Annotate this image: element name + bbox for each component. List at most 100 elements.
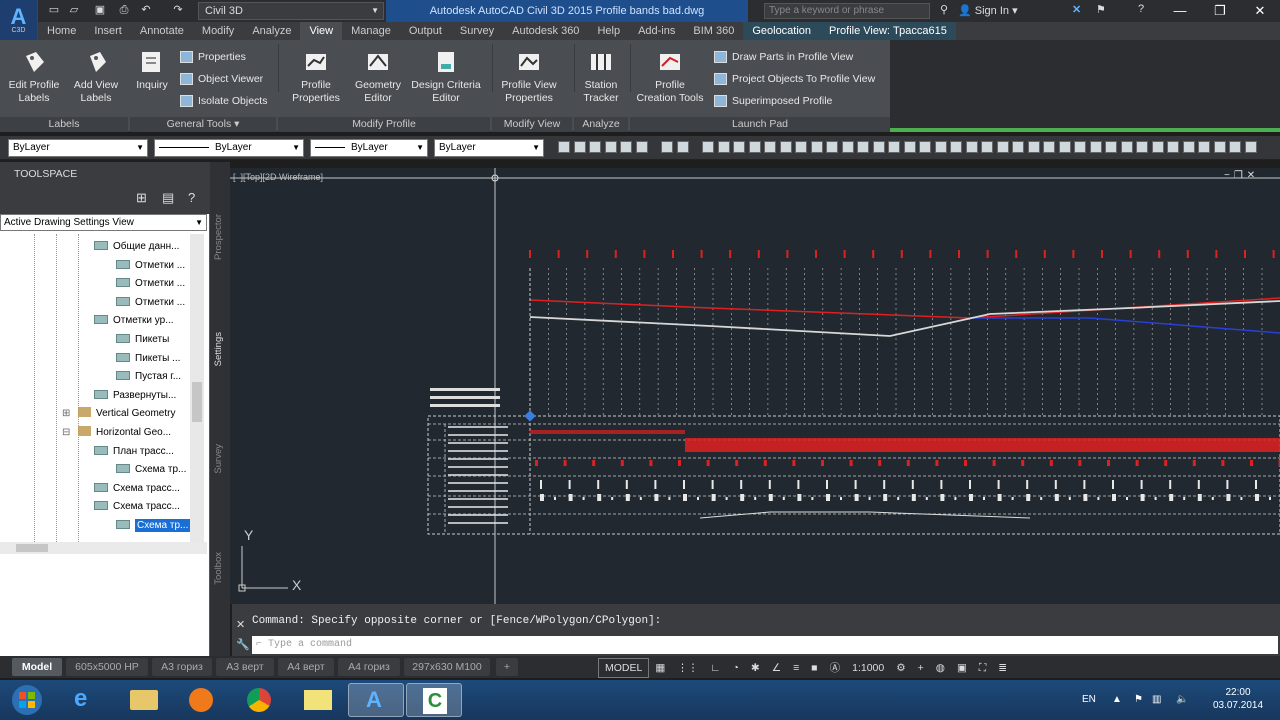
osnap-icon[interactable]: ✱ <box>745 659 766 677</box>
customize-icon[interactable]: 🔧 <box>236 638 250 651</box>
layout-tab[interactable]: 605х5000 НР <box>66 658 148 676</box>
add-layout-button[interactable]: + <box>496 658 518 676</box>
sign-in-button[interactable]: 👤 Sign In ▾ <box>958 3 1048 19</box>
toolbar-tool-icon[interactable] <box>589 141 601 153</box>
toolbar-tool-icon[interactable] <box>717 141 730 153</box>
exchange-icon[interactable]: ✕ <box>1072 3 1081 16</box>
toolbar-tool-icon[interactable] <box>1027 141 1040 153</box>
tree-horizontal-scrollbar[interactable] <box>0 542 207 554</box>
tab-view[interactable]: View <box>300 22 343 40</box>
toolbar-tool-icon[interactable] <box>1012 141 1024 153</box>
flag-icon[interactable]: ⚑ <box>1134 680 1143 720</box>
toolbar-tool-icon[interactable] <box>1244 141 1257 153</box>
tree-item[interactable]: Отметки ур... <box>94 312 174 330</box>
toolbar-tool-icon[interactable] <box>903 141 916 153</box>
tab-survey[interactable]: Survey <box>213 444 224 474</box>
list-view-icon[interactable]: ▤ <box>162 190 174 206</box>
tree-item[interactable]: Пикеты <box>116 331 169 349</box>
layout-tab[interactable]: А4 верт <box>278 658 334 676</box>
toolbar-tool-icon[interactable] <box>950 141 962 153</box>
taskbar-ie[interactable]: e <box>58 683 114 717</box>
toolbar-tool-icon[interactable] <box>733 141 745 153</box>
toolbar-tool-icon[interactable] <box>1089 141 1102 153</box>
tree-item[interactable]: Схема трасс... <box>94 498 180 516</box>
project-objects-button[interactable]: Project Objects To Profile View <box>714 70 875 88</box>
toolbar-tool-icon[interactable] <box>635 141 648 153</box>
lineweight-icon[interactable]: ≡ <box>787 659 805 677</box>
linetype-select[interactable]: ByLayer ▼ <box>154 139 304 157</box>
new-file-icon[interactable]: ▭ <box>46 3 62 17</box>
tab-insert[interactable]: Insert <box>85 22 131 40</box>
tab-prospector[interactable]: Prospector <box>213 214 224 260</box>
toolbar-tool-icon[interactable] <box>702 141 714 153</box>
layer-select[interactable]: ByLayer ▼ <box>8 139 148 157</box>
toolbar-tool-icon[interactable] <box>965 141 978 153</box>
toolbar-tool-icon[interactable] <box>872 141 885 153</box>
edit-profile-labels-button[interactable]: Edit Profile Labels <box>4 48 64 105</box>
tab-toolbox[interactable]: Toolbox <box>213 552 224 585</box>
isolate-icon[interactable]: ◍ <box>930 659 951 677</box>
polar-icon[interactable]: ◔ <box>727 659 745 677</box>
tree-item[interactable]: Отметки ... <box>116 257 185 275</box>
tab-modify[interactable]: Modify <box>193 22 243 40</box>
otrack-icon[interactable]: ∠ <box>766 659 787 677</box>
toolbar-tool-icon[interactable] <box>841 141 854 153</box>
a360-icon[interactable]: ⚑ <box>1096 3 1106 16</box>
help-icon[interactable]: ? <box>1138 3 1144 15</box>
toolbar-tool-icon[interactable] <box>779 141 792 153</box>
toolbar-tool-icon[interactable] <box>1167 141 1179 153</box>
toolbar-tool-icon[interactable] <box>1074 141 1086 153</box>
expand-icon[interactable]: ⊞ <box>62 405 70 423</box>
plus-icon[interactable]: + <box>912 659 930 677</box>
station-tracker-button[interactable]: Station Tracker <box>578 48 624 105</box>
toolbar-tool-icon[interactable] <box>795 141 807 153</box>
profile-creation-tools-button[interactable]: Profile Creation Tools <box>632 48 708 105</box>
tree-item[interactable]: План трасс... <box>94 443 174 461</box>
tree-item[interactable]: Развернуты... <box>94 387 176 405</box>
superimposed-profile-button[interactable]: Superimposed Profile <box>714 92 832 110</box>
drawing-canvas[interactable]: YX <box>230 168 1280 604</box>
toolbar-tool-icon[interactable] <box>1105 141 1117 153</box>
save-icon[interactable]: ▣ <box>92 3 108 17</box>
tab-analyze[interactable]: Analyze <box>243 22 300 40</box>
layout-tab[interactable]: А3 гориз <box>152 658 212 676</box>
taskbar-camtasia[interactable]: C <box>406 683 462 717</box>
toolbar-tool-icon[interactable] <box>1151 141 1164 153</box>
tab-help[interactable]: Help <box>588 22 629 40</box>
viewport-controls-label[interactable]: [–][Top][2D Wireframe] <box>233 172 323 182</box>
workspace-select[interactable]: Civil 3D ▼ <box>198 2 384 20</box>
annotation-scale[interactable]: 1:1000 <box>846 659 890 677</box>
tab-manage[interactable]: Manage <box>342 22 400 40</box>
tree-view-icon[interactable]: ⊞ <box>136 190 147 206</box>
toolbar-tool-icon[interactable] <box>1229 141 1241 153</box>
color-select[interactable]: ByLayer ▼ <box>434 139 544 157</box>
tree-item[interactable]: Отметки ... <box>116 294 185 312</box>
toolbar-tool-icon[interactable] <box>748 141 761 153</box>
toolbar-tool-icon[interactable] <box>1120 141 1133 153</box>
toolbar-tool-icon[interactable] <box>934 141 947 153</box>
lineweight-select[interactable]: ByLayer ▼ <box>310 139 428 157</box>
binoculars-icon[interactable]: ⚲ <box>940 3 948 16</box>
toolbar-tool-icon[interactable] <box>620 141 632 153</box>
tree-item[interactable]: Отметки ... <box>116 275 185 293</box>
add-view-labels-button[interactable]: Add View Labels <box>66 48 126 105</box>
customize-icon[interactable]: ≣ <box>992 659 1013 677</box>
gear-icon[interactable]: ⚙ <box>890 659 911 677</box>
layout-tab[interactable]: 297х630 М100 <box>404 658 490 676</box>
scroll-thumb[interactable] <box>192 382 202 422</box>
tree-item[interactable]: Схема трасс... <box>94 480 180 498</box>
taskbar-media-player[interactable] <box>174 683 230 717</box>
tree-item[interactable]: Схема тр... <box>116 461 186 479</box>
tree-item[interactable]: Пикеты ... <box>116 350 180 368</box>
inquiry-button[interactable]: Inquiry <box>130 48 174 92</box>
toolbar-tool-icon[interactable] <box>676 141 689 153</box>
maximize-button[interactable]: ❐ <box>1200 0 1240 22</box>
toolbar-tool-icon[interactable] <box>888 141 900 153</box>
grid-icon[interactable]: ▦ <box>649 659 671 677</box>
geometry-editor-button[interactable]: Geometry Editor <box>350 48 406 105</box>
network-icon[interactable]: ▥ <box>1152 680 1161 720</box>
tab-bim-360[interactable]: BIM 360 <box>684 22 743 40</box>
layout-tab[interactable]: А3 верт <box>216 658 274 676</box>
application-menu-button[interactable]: A C3D <box>0 0 38 40</box>
close-icon[interactable]: ✕ <box>236 618 245 631</box>
